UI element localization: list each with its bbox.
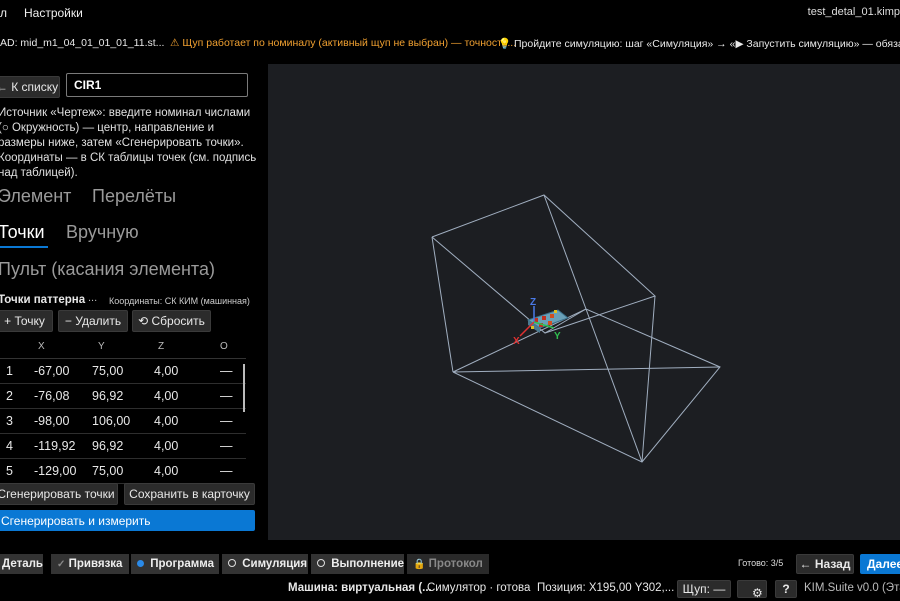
pattern-title: Точки паттерна xyxy=(0,294,86,306)
cell-x: -119,92 xyxy=(34,439,76,453)
status-bar: Машина: виртуальная (... Симулятор · гот… xyxy=(0,578,900,600)
next-button[interactable]: Далее xyxy=(860,554,900,574)
column-y: Y xyxy=(98,341,105,352)
reset-points-button[interactable]: ⟲ Сбросить xyxy=(132,310,211,332)
menu-settings[interactable]: Настройки xyxy=(24,6,83,20)
cell-n: 3 xyxy=(6,414,13,428)
workflow-tab-detail[interactable]: Деталь xyxy=(0,554,43,574)
tab-points-underline xyxy=(0,246,48,248)
machine-status: Машина: виртуальная (... xyxy=(288,582,432,594)
cell-z: 4,00 xyxy=(154,439,179,453)
cell-o: — xyxy=(220,389,233,403)
cell-n: 4 xyxy=(6,439,13,453)
window-filename: test_detal_01.kimp xyxy=(807,6,900,18)
cell-n: 1 xyxy=(6,364,13,378)
status-line: AD: mid_m1_04_01_01_01_11.st... ⚠ Щуп ра… xyxy=(0,34,900,54)
cell-n: 2 xyxy=(6,389,13,403)
axis-x-label: X xyxy=(513,336,520,347)
cell-x: -98,00 xyxy=(34,414,70,428)
table-row[interactable]: 2 -76,08 96,92 4,00 — xyxy=(0,384,246,409)
settings-button[interactable]: ⚙ xyxy=(737,580,767,600)
help-button[interactable]: ? xyxy=(775,580,797,598)
tab-element[interactable]: Элемент xyxy=(0,186,71,207)
delete-point-button[interactable]: − Удалить xyxy=(58,310,128,332)
element-panel: ← К списку Источник «Чертеж»: введите но… xyxy=(0,64,266,540)
back-to-list-button[interactable]: ← К списку xyxy=(0,76,60,98)
simulation-hint: 💡 Пройдите симуляцию: шаг «Симуляция» → … xyxy=(498,38,900,50)
workflow-tab-protocol[interactable]: 🔒 Протокол xyxy=(407,554,489,574)
cell-x: -129,00 xyxy=(34,464,77,478)
probe-warning: ⚠ Щуп работает по номиналу (активный щуп… xyxy=(170,37,517,49)
cell-y: 75,00 xyxy=(92,464,124,478)
3d-viewport[interactable]: Z X Y xyxy=(268,64,900,540)
cell-z: 4,00 xyxy=(154,364,179,378)
tab-points[interactable]: Точки xyxy=(0,222,45,243)
axis-z-label: Z xyxy=(530,297,536,308)
table-row[interactable]: 3 -98,00 106,00 4,00 — xyxy=(0,409,246,434)
table-row[interactable]: 4 -119,92 96,92 4,00 — xyxy=(0,434,246,459)
cell-y: 75,00 xyxy=(92,364,124,378)
cell-o: — xyxy=(220,364,233,378)
position-readout: Позиция: X195,00 Y302,... xyxy=(537,582,675,594)
cell-x: -67,00 xyxy=(34,364,70,378)
tab-manual[interactable]: Вручную xyxy=(66,222,139,243)
workflow-bar: Деталь ✓ Привязка Программа Симуляция Вы… xyxy=(0,548,900,574)
lock-icon: 🔒 xyxy=(413,559,426,570)
cell-o: — xyxy=(220,414,233,428)
probe-select[interactable]: Щуп: — xyxy=(677,580,731,598)
source-description: Источник «Чертеж»: введите номинал числа… xyxy=(0,107,257,179)
gear-icon: ⚙ xyxy=(752,586,763,600)
simulator-status: Симулятор · готова xyxy=(427,582,531,594)
circle-icon xyxy=(317,559,325,567)
cell-n: 5 xyxy=(6,464,13,478)
column-z: Z xyxy=(158,341,165,352)
back-button[interactable]: ← Назад xyxy=(796,554,854,574)
cell-z: 4,00 xyxy=(154,414,179,428)
cell-z: 4,00 xyxy=(154,389,179,403)
workflow-tab-program[interactable]: Программа xyxy=(131,554,219,574)
cell-y: 96,92 xyxy=(92,389,124,403)
column-o: O xyxy=(220,341,228,352)
workflow-tab-simulation[interactable]: Симуляция xyxy=(222,554,308,574)
tab-pult[interactable]: Пульт (касания элемента) xyxy=(0,259,215,280)
menu-bar: л Настройки test_detal_01.kimp xyxy=(0,0,900,26)
cell-x: -76,08 xyxy=(34,389,70,403)
dot-active-icon xyxy=(137,560,144,567)
add-point-button[interactable]: + Точку xyxy=(0,310,53,332)
column-x: X xyxy=(38,341,45,352)
pattern-more-button[interactable]: ... xyxy=(88,292,97,304)
cell-o: — xyxy=(220,464,233,478)
cell-o: — xyxy=(220,439,233,453)
axis-y-label: Y xyxy=(554,331,561,342)
menu-file[interactable]: л xyxy=(0,6,7,20)
wireframe-scene: Z X Y xyxy=(431,194,721,463)
cad-file-label: AD: mid_m1_04_01_01_01_11.st... xyxy=(0,37,165,49)
table-row[interactable]: 5 -129,00 75,00 4,00 — xyxy=(0,459,246,484)
circle-icon xyxy=(228,559,236,567)
ready-counter: Готово: 3/5 xyxy=(738,558,784,568)
tab-flights[interactable]: Перелёты xyxy=(92,186,176,207)
cell-y: 106,00 xyxy=(92,414,131,428)
workflow-tab-binding[interactable]: ✓ Привязка xyxy=(51,554,129,574)
table-row[interactable]: 1 -67,00 75,00 4,00 — xyxy=(0,359,246,384)
save-to-card-button[interactable]: Сохранить в карточку xyxy=(124,483,255,505)
element-name-input[interactable] xyxy=(66,73,248,97)
coordinates-label: Координаты: СК КИМ (машинная) xyxy=(109,296,250,306)
cell-y: 96,92 xyxy=(92,439,124,453)
generate-points-button[interactable]: Сгенерировать точки xyxy=(0,483,118,505)
generate-and-measure-button[interactable]: Сгенерировать и измерить xyxy=(0,510,255,531)
workflow-tab-execution[interactable]: Выполнение xyxy=(311,554,404,574)
bounding-box xyxy=(431,194,721,463)
cell-z: 4,00 xyxy=(154,464,179,478)
table-scrollbar[interactable] xyxy=(243,364,245,412)
version-label: KIM.Suite v0.0 (Эта xyxy=(804,582,900,594)
table-header: X Y Z O xyxy=(0,336,246,359)
check-icon: ✓ xyxy=(57,559,66,570)
